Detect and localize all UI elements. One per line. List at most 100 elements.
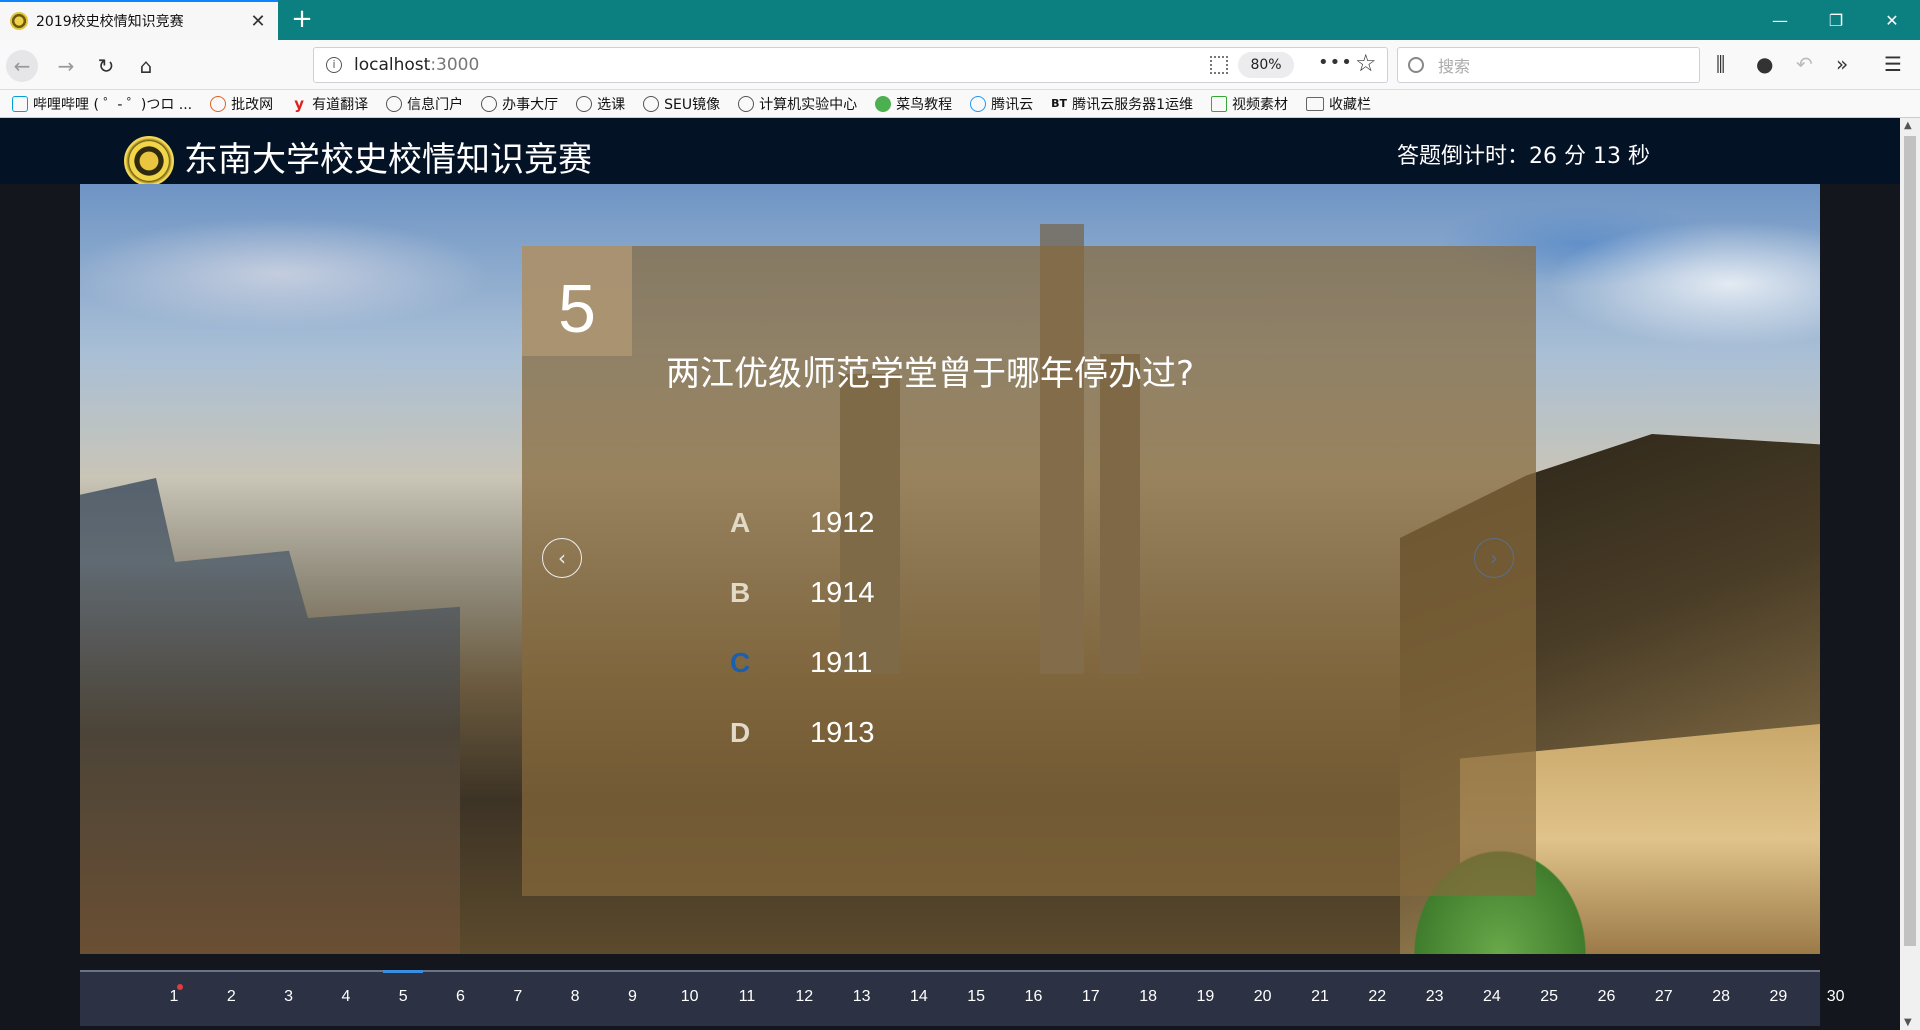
option-c[interactable]: C 1911: [730, 643, 872, 683]
question-page-8[interactable]: 8: [555, 988, 595, 1006]
bookmark-item[interactable]: 腾讯云: [970, 94, 1033, 114]
overflow-icon[interactable]: »: [1836, 52, 1848, 76]
question-page-10[interactable]: 10: [670, 988, 710, 1006]
question-page-30[interactable]: 30: [1816, 988, 1856, 1006]
qr-code-icon[interactable]: [1210, 56, 1228, 74]
question-page-19[interactable]: 19: [1185, 988, 1225, 1006]
bookmark-label: 收藏栏: [1329, 96, 1372, 113]
option-a[interactable]: A 1912: [730, 503, 875, 543]
bookmark-item[interactable]: 收藏栏: [1306, 94, 1371, 114]
bt-icon: BT: [1051, 96, 1068, 110]
bookmark-item[interactable]: 菜鸟教程: [875, 94, 952, 114]
question-number: 5: [522, 246, 632, 356]
browser-tab[interactable]: 2019校史校情知识竞赛 ✕: [0, 0, 278, 40]
question-card: 5 两江优级师范学堂曾于哪年停办过? ‹ › A 1912 B 1914 C 1…: [522, 246, 1536, 896]
bookmark-item[interactable]: 视频素材: [1211, 94, 1288, 114]
tencent-cloud-icon: [970, 95, 987, 112]
question-page-26[interactable]: 26: [1587, 988, 1627, 1006]
globe-icon: [386, 95, 403, 112]
bookmark-label: 办事大厅: [502, 96, 559, 113]
page-actions-icon[interactable]: •••: [1318, 52, 1353, 73]
question-page-1[interactable]: 1: [154, 984, 194, 1006]
scrollbar-thumb[interactable]: [1904, 136, 1916, 946]
bookmark-label: 哔哩哔哩 ( ゜- ゜)つロ ...: [33, 96, 193, 113]
bilibili-icon: [12, 95, 28, 112]
youdao-icon: y: [294, 94, 305, 113]
globe-icon: [643, 95, 660, 112]
next-question-button[interactable]: ›: [1474, 538, 1514, 578]
search-input[interactable]: 搜索: [1397, 47, 1700, 83]
question-page-23[interactable]: 23: [1415, 988, 1455, 1006]
bookmark-label: 腾讯云: [991, 96, 1034, 113]
question-page-20[interactable]: 20: [1243, 988, 1283, 1006]
option-letter: A: [730, 507, 751, 538]
home-icon[interactable]: ⌂: [130, 50, 162, 82]
url-port: :3000: [430, 55, 480, 75]
option-d[interactable]: D 1913: [730, 713, 875, 753]
bookmark-item[interactable]: SEU镜像: [643, 94, 720, 114]
question-page-12[interactable]: 12: [784, 988, 824, 1006]
question-page-24[interactable]: 24: [1472, 988, 1512, 1006]
bookmark-label: 菜鸟教程: [896, 96, 953, 113]
scroll-down-icon[interactable]: ▼: [1904, 1017, 1912, 1028]
question-page-13[interactable]: 13: [842, 988, 882, 1006]
bookmark-label: 视频素材: [1232, 96, 1289, 113]
question-pagination: 1 2 3 4 5 6 7 8 9 10 11 12 13 14 15 16 17 18 19 20 21 22 23 24 2…: [80, 970, 1845, 1026]
library-icon[interactable]: ⫼: [1716, 52, 1725, 76]
forward-icon[interactable]: →: [50, 50, 82, 82]
bookmark-item[interactable]: 选课: [576, 94, 625, 114]
question-page-16[interactable]: 16: [1014, 988, 1054, 1006]
bookmark-item[interactable]: y 有道翻译: [291, 94, 368, 114]
question-page-4[interactable]: 4: [326, 988, 366, 1006]
option-text: 1914: [810, 576, 875, 609]
bookmark-label: 计算机实验中心: [759, 96, 858, 113]
new-tab-icon[interactable]: +: [288, 6, 316, 34]
bookmark-item[interactable]: 信息门户: [386, 94, 463, 114]
scroll-up-icon[interactable]: ▲: [1904, 120, 1912, 131]
question-page-2[interactable]: 2: [211, 988, 251, 1006]
countdown-timer: 答题倒计时：26 分 13 秒: [1397, 144, 1650, 169]
question-page-25[interactable]: 25: [1529, 988, 1569, 1006]
university-logo: [124, 136, 174, 186]
question-page-3[interactable]: 3: [269, 988, 309, 1006]
option-b[interactable]: B 1914: [730, 573, 875, 613]
question-page-6[interactable]: 6: [441, 988, 481, 1006]
page-scrollbar[interactable]: ▲ ▼: [1900, 118, 1920, 1030]
minimize-icon[interactable]: —: [1752, 0, 1808, 40]
bookmark-item[interactable]: 办事大厅: [481, 94, 558, 114]
zoom-indicator[interactable]: 80%: [1238, 52, 1294, 78]
bookmark-label: 选课: [597, 96, 626, 113]
question-page-14[interactable]: 14: [899, 988, 939, 1006]
question-page-9[interactable]: 9: [612, 988, 652, 1006]
globe-icon: [576, 95, 593, 112]
back-icon[interactable]: ←: [6, 50, 38, 82]
bookmark-item[interactable]: 计算机实验中心: [738, 94, 857, 114]
question-page-17[interactable]: 17: [1071, 988, 1111, 1006]
question-page-15[interactable]: 15: [956, 988, 996, 1006]
close-tab-icon[interactable]: ✕: [248, 11, 268, 32]
question-page-7[interactable]: 7: [498, 988, 538, 1006]
bookmark-star-icon[interactable]: ☆: [1355, 49, 1377, 77]
undo-icon[interactable]: ↶: [1796, 52, 1813, 76]
question-page-28[interactable]: 28: [1701, 988, 1741, 1006]
question-page-21[interactable]: 21: [1300, 988, 1340, 1006]
bookmark-item[interactable]: 批改网: [210, 94, 273, 114]
site-title: 东南大学校史校情知识竞赛: [184, 140, 592, 180]
menu-icon[interactable]: ☰: [1884, 52, 1902, 76]
question-page-27[interactable]: 27: [1644, 988, 1684, 1006]
reload-icon[interactable]: ↻: [90, 50, 122, 82]
restore-icon[interactable]: ❐: [1808, 0, 1864, 40]
account-icon[interactable]: ●: [1756, 52, 1773, 76]
bookmark-item[interactable]: 哔哩哔哩 ( ゜- ゜)つロ ...: [12, 94, 192, 114]
site-info-icon[interactable]: i: [326, 57, 342, 73]
question-page-18[interactable]: 18: [1128, 988, 1168, 1006]
bookmark-label: 有道翻译: [312, 96, 369, 113]
question-page-29[interactable]: 29: [1758, 988, 1798, 1006]
previous-question-button[interactable]: ‹: [542, 538, 582, 578]
question-page-11[interactable]: 11: [727, 988, 767, 1006]
option-letter: B: [730, 577, 751, 608]
window-close-icon[interactable]: ✕: [1864, 0, 1920, 40]
question-page-5[interactable]: 5: [383, 970, 424, 1006]
bookmark-item[interactable]: BT 腾讯云服务器1运维: [1051, 94, 1193, 114]
question-page-22[interactable]: 22: [1357, 988, 1397, 1006]
